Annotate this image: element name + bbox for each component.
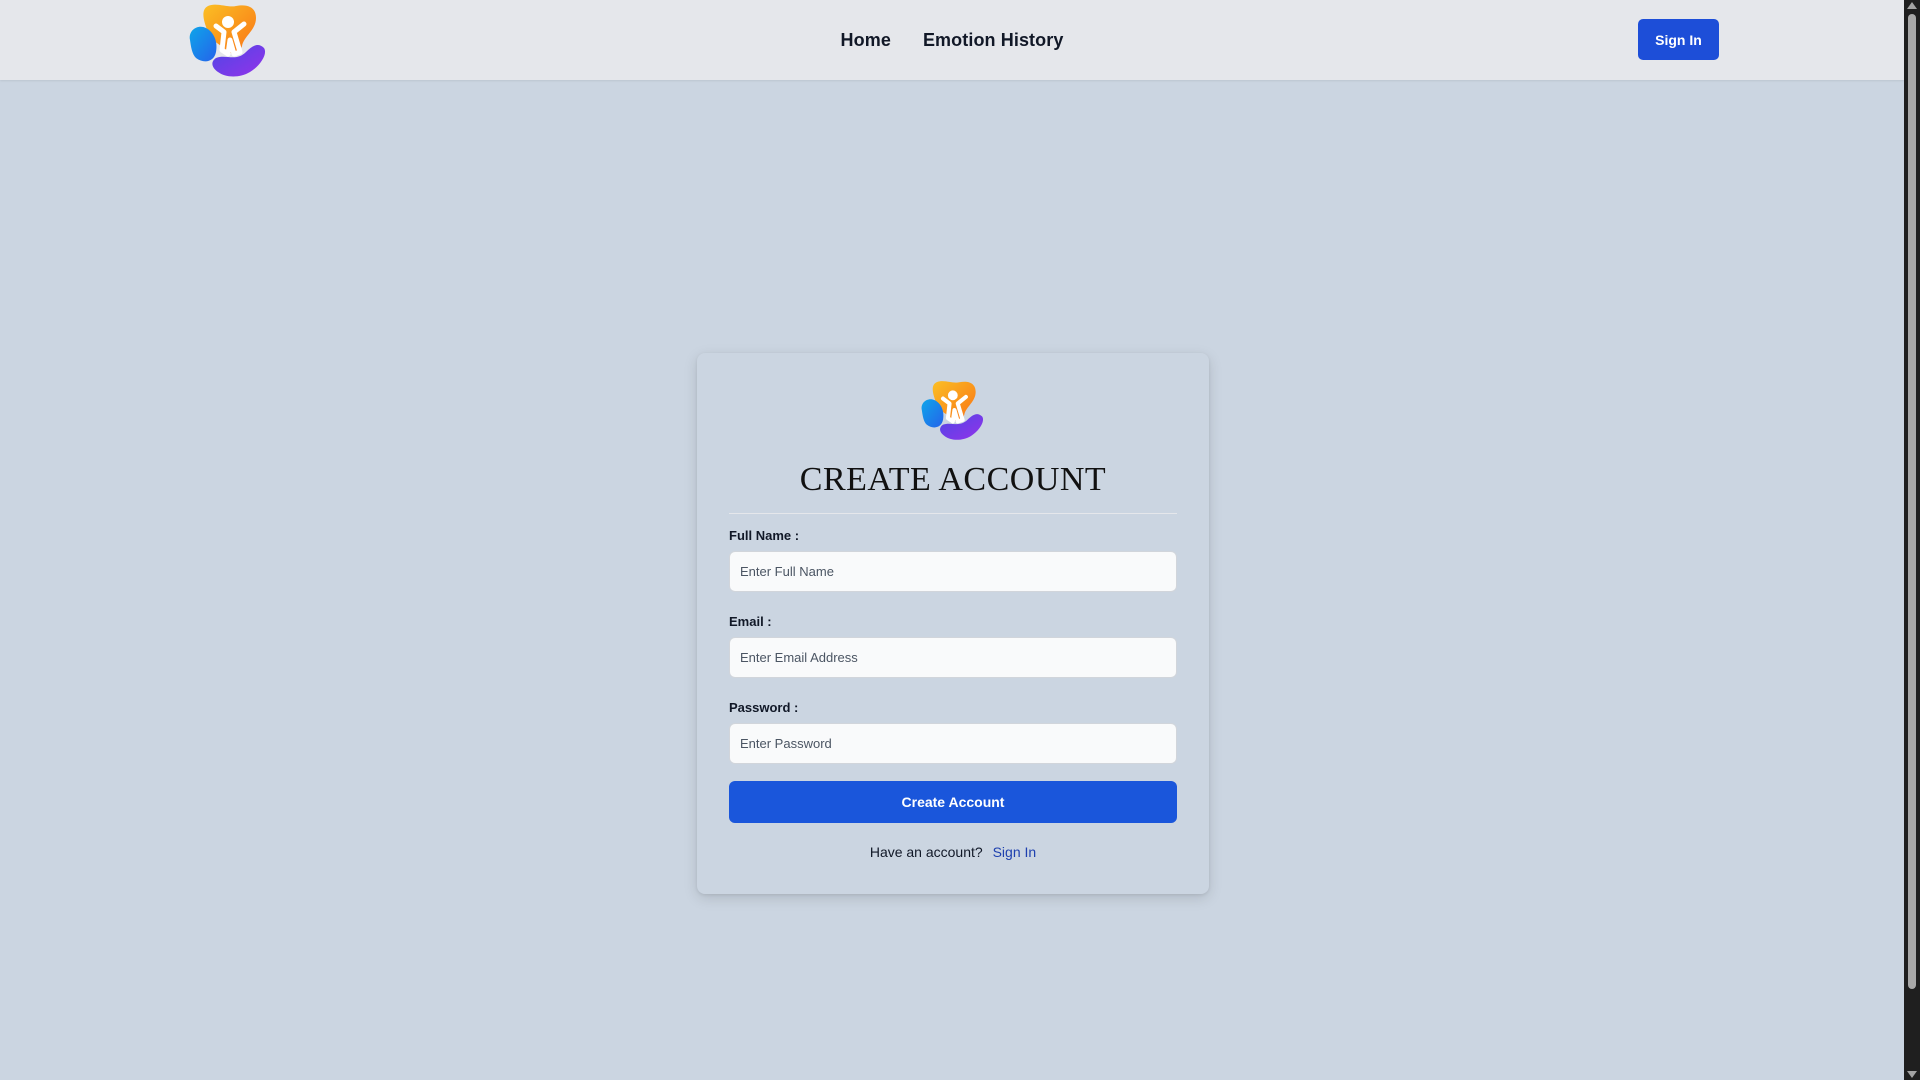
page-title-text: CREATE ACCOUNT	[799, 461, 1107, 498]
have-account-text: Have an account?	[869, 844, 983, 860]
scroll-down-arrow-icon[interactable]	[1907, 1071, 1917, 1078]
full-name-input[interactable]	[729, 551, 1177, 592]
sign-in-link[interactable]: Sign In	[993, 844, 1037, 860]
nav-links: Home Emotion History	[0, 0, 1904, 80]
have-account-row: Have an account? Sign In	[697, 844, 1209, 860]
page-title: CREATE ACCOUNT	[697, 459, 1209, 499]
page: Home Emotion History Sign In CREATE ACCO…	[0, 0, 1904, 1080]
full-name-label: Full Name :	[729, 528, 800, 543]
title-divider	[729, 513, 1177, 514]
password-label: Password :	[729, 700, 799, 715]
password-input[interactable]	[729, 723, 1177, 764]
email-label: Email :	[729, 614, 772, 629]
navbar: Home Emotion History Sign In	[0, 0, 1904, 80]
nav-link-home[interactable]: Home	[841, 30, 891, 51]
scroll-up-arrow-icon[interactable]	[1907, 2, 1917, 9]
scrollbar-thumb[interactable]	[1908, 14, 1916, 989]
nav-sign-in-button[interactable]: Sign In	[1638, 19, 1719, 60]
logo-icon	[921, 381, 984, 440]
nav-link-emotion-history[interactable]: Emotion History	[923, 30, 1064, 51]
vertical-scrollbar[interactable]	[1904, 0, 1920, 1080]
create-account-button[interactable]: Create Account	[729, 781, 1177, 823]
create-account-card: CREATE ACCOUNT Full Name : Email : Passw…	[697, 353, 1209, 894]
email-input[interactable]	[729, 637, 1177, 678]
